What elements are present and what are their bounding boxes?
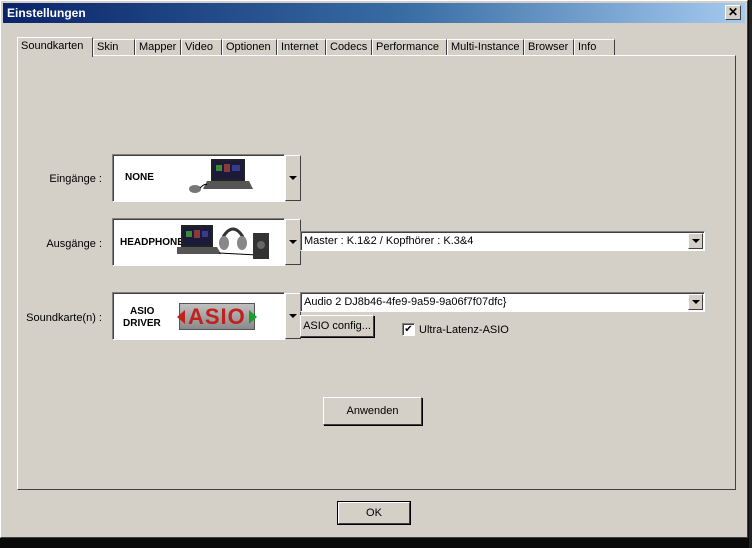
- outputs-dropdown[interactable]: HEADPHONES: [112, 218, 285, 266]
- soundcard-label: Soundkarte(n) :: [26, 312, 102, 324]
- soundkarten-panel: Eingänge : NONE Ausgänge : HEADPHONES Ma…: [17, 55, 736, 490]
- soundcard-selected-line2: DRIVER: [123, 318, 161, 329]
- output-routing-select[interactable]: Master : K.1&2 / Kopfhörer : K.3&4: [300, 231, 705, 251]
- arrow-right-icon: [249, 310, 257, 324]
- arrow-left-icon: [177, 310, 185, 324]
- soundcard-dropdown[interactable]: ASIO DRIVER ASIO: [112, 292, 285, 340]
- soundcard-selected-line1: ASIO: [130, 306, 155, 317]
- output-routing-value: Master : K.1&2 / Kopfhörer : K.3&4: [304, 235, 474, 247]
- checkmark-icon: ✔: [404, 324, 413, 335]
- outputs-label: Ausgänge :: [46, 238, 102, 250]
- settings-dialog: Einstellungen ✕ Soundkarten Skin Mapper …: [0, 0, 748, 538]
- laptop-headphones-icon: [177, 225, 269, 259]
- asio-logo-text: ASIO: [188, 304, 246, 329]
- tab-info[interactable]: Info: [574, 39, 615, 56]
- tab-browser[interactable]: Browser: [524, 39, 574, 56]
- asio-config-button[interactable]: ASIO config...: [300, 315, 374, 337]
- chevron-down-icon[interactable]: [688, 233, 703, 249]
- tab-internet[interactable]: Internet: [277, 39, 326, 56]
- title-bar[interactable]: Einstellungen ✕: [3, 3, 745, 23]
- apply-button[interactable]: Anwenden: [323, 397, 422, 425]
- inputs-dropdown[interactable]: NONE: [112, 154, 285, 202]
- window-title: Einstellungen: [7, 6, 86, 20]
- inputs-label: Eingänge :: [49, 173, 102, 185]
- tab-codecs[interactable]: Codecs: [326, 39, 372, 56]
- tab-performance[interactable]: Performance: [372, 39, 447, 56]
- ok-button[interactable]: OK: [337, 501, 411, 525]
- soundcard-dropdown-button[interactable]: [285, 293, 301, 339]
- audio-device-select[interactable]: Audio 2 DJ8b46-4fe9-9a59-9a06f7f07dfc}: [300, 292, 705, 312]
- close-icon: ✕: [727, 5, 739, 19]
- audio-device-value: Audio 2 DJ8b46-4fe9-9a59-9a06f7f07dfc}: [304, 296, 507, 308]
- tab-video[interactable]: Video: [181, 39, 222, 56]
- close-button[interactable]: ✕: [725, 5, 741, 20]
- tab-mapper[interactable]: Mapper: [135, 39, 181, 56]
- chevron-down-icon[interactable]: [688, 294, 703, 310]
- ultra-latency-checkbox[interactable]: ✔: [402, 323, 415, 336]
- tab-multi-instance[interactable]: Multi-Instance: [447, 39, 524, 56]
- asio-logo: ASIO: [177, 303, 257, 330]
- tab-optionen[interactable]: Optionen: [222, 39, 277, 56]
- inputs-selected-text: NONE: [125, 172, 154, 183]
- tab-soundkarten[interactable]: Soundkarten: [17, 37, 93, 57]
- ultra-latency-label: Ultra-Latenz-ASIO: [419, 324, 509, 336]
- inputs-dropdown-button[interactable]: [285, 155, 301, 201]
- laptop-mouse-icon: [189, 159, 253, 193]
- outputs-dropdown-button[interactable]: [285, 219, 301, 265]
- tab-skin[interactable]: Skin: [93, 39, 135, 56]
